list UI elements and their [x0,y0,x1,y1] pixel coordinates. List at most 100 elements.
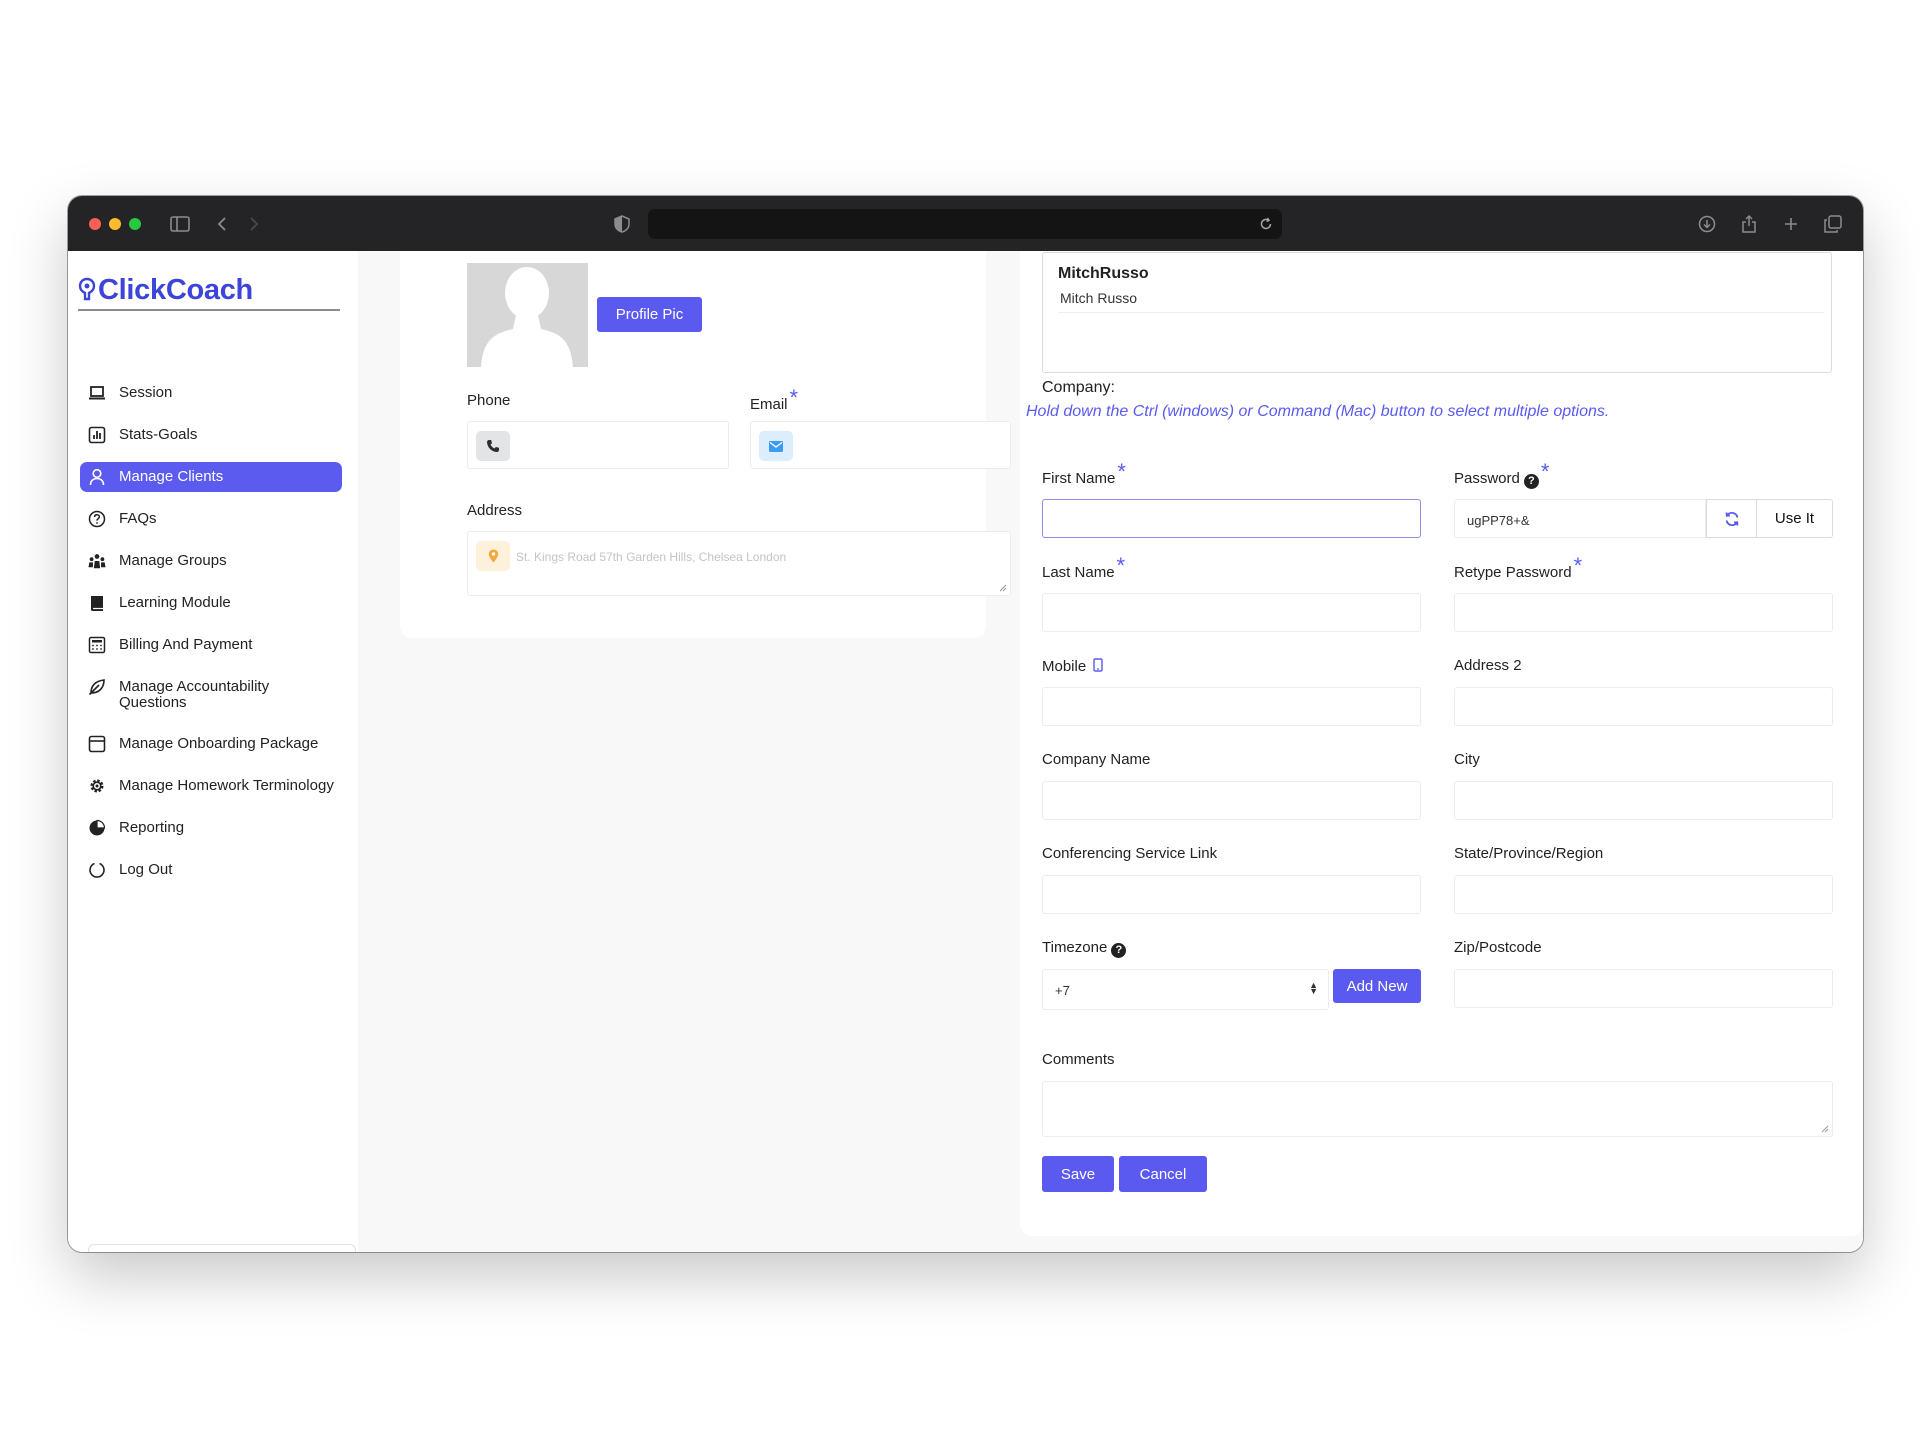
mobile-label: Mobile [1042,657,1104,675]
location-pin-icon [476,541,510,571]
avatar [467,263,588,367]
sidebar-item-log-out[interactable]: Log Out [80,855,342,885]
retype-password-label: Retype Password* [1454,553,1582,583]
sidebar-item-reporting[interactable]: Reporting [80,813,342,843]
last-name-label: Last Name* [1042,553,1125,583]
timezone-select[interactable]: +7 ▲ ▼ [1042,969,1329,1010]
logout-icon [88,861,106,879]
first-name-input[interactable] [1042,499,1421,538]
sidebar-item-label: Manage Homework Terminology [119,777,334,794]
mobile-input[interactable] [1042,687,1421,726]
leaf-icon [88,678,106,696]
sidebar-item-faqs[interactable]: FAQs [80,504,342,534]
sidebar-item-label: FAQs [119,510,157,527]
state-input[interactable] [1454,875,1833,914]
user-icon [88,468,106,486]
cancel-button[interactable]: Cancel [1119,1156,1207,1192]
question-circle-icon[interactable]: ? [1523,473,1539,489]
selected-coach-name: MitchRusso [1058,265,1149,282]
last-name-input[interactable] [1042,593,1421,632]
address-label: Address [467,502,523,519]
sidebar-item-manage-onboarding-package[interactable]: Manage Onboarding Package [80,729,342,759]
phone-field[interactable] [467,421,729,469]
first-name-label-text: First Name [1042,470,1116,487]
sidebar-item-manage-clients[interactable]: Manage Clients [80,462,342,492]
sidebar-nav: Session Stats-Goals Manage Clients FAQs … [80,378,342,897]
company-name-label: Company Name [1042,751,1151,768]
new-tab-plus-icon[interactable] [1779,212,1803,236]
laptop-icon [88,384,106,402]
city-input[interactable] [1454,781,1833,820]
sidebar-item-billing-and-payment[interactable]: Billing And Payment [80,630,342,660]
download-icon[interactable] [1695,212,1719,236]
use-it-button[interactable]: Use It [1756,499,1833,538]
timezone-label-text: Timezone [1042,939,1108,956]
zip-input[interactable] [1454,969,1833,1008]
forward-arrow-icon[interactable] [242,212,266,236]
package-icon [88,735,106,753]
resize-grip-icon[interactable] [999,584,1007,592]
city-label: City [1454,751,1480,768]
address2-input[interactable] [1454,687,1833,726]
retype-password-input[interactable] [1454,593,1833,632]
save-button[interactable]: Save [1042,1156,1114,1192]
required-mark: * [1540,459,1550,484]
sidebar-item-label: Manage Clients [119,468,224,485]
required-mark: * [789,385,799,410]
address2-label: Address 2 [1454,657,1522,674]
email-label: Email* [750,385,798,415]
sidebar-item-manage-groups[interactable]: Manage Groups [80,546,342,576]
clickcoach-logo[interactable]: ClickCoach [78,271,340,311]
sidebar-item-label: Reporting [119,819,185,836]
sidebar-item-manage-accountability-questions[interactable]: Manage Accountability Questions [80,672,342,717]
refresh-icon [1725,511,1738,526]
sidebar: ClickCoach Session Stats-Goals Manage Cl… [68,251,358,1252]
sidebar-toggle-icon[interactable] [168,212,192,236]
logo-mark-icon [78,277,96,301]
help-circle-icon [88,510,106,528]
main-content: Profile Pic Phone Email* Address St. Kin… [358,251,1863,1252]
add-new-timezone-button[interactable]: Add New [1333,969,1421,1003]
regenerate-password-button[interactable] [1706,499,1757,538]
bar-chart-icon [88,426,106,444]
address-textarea[interactable]: St. Kings Road 57th Garden Hills, Chelse… [467,531,1011,596]
resize-grip-icon[interactable] [1821,1125,1829,1133]
state-label: State/Province/Region [1454,845,1604,862]
envelope-icon [759,431,793,461]
profile-pic-button[interactable]: Profile Pic [597,297,702,332]
last-name-label-text: Last Name [1042,564,1115,581]
reload-icon[interactable] [1254,212,1278,236]
required-mark: * [1116,553,1126,578]
password-label-text: Password [1454,470,1520,487]
book-icon [88,594,106,612]
company-name-input[interactable] [1042,781,1421,820]
sidebar-item-session[interactable]: Session [80,378,342,408]
conferencing-link-label: Conferencing Service Link [1042,845,1218,862]
password-input[interactable]: ugPP78+& [1454,499,1706,538]
back-arrow-icon[interactable] [210,212,234,236]
zoom-window-button[interactable] [129,218,141,230]
password-label: Password? * [1454,459,1549,489]
sidebar-item-label: Session [119,384,173,401]
sidebar-item-manage-homework-terminology[interactable]: Manage Homework Terminology [80,771,342,801]
question-circle-icon[interactable]: ? [1111,942,1127,958]
phone-icon [476,431,510,461]
conferencing-link-input[interactable] [1042,875,1421,914]
multi-select-hint: Hold down the Ctrl (windows) or Command … [1026,403,1610,420]
coach-option[interactable]: Mitch Russo [1060,290,1137,306]
comments-textarea[interactable] [1042,1081,1833,1137]
sidebar-item-learning-module[interactable]: Learning Module [80,588,342,618]
share-icon[interactable] [1737,212,1761,236]
coach-multi-select[interactable]: MitchRusso Mitch Russo [1042,252,1832,373]
avatar-silhouette-icon [481,267,573,367]
sidebar-item-stats-goals[interactable]: Stats-Goals [80,420,342,450]
address-bar[interactable] [648,209,1282,239]
sidebar-item-label: Log Out [119,861,173,878]
privacy-shield-icon[interactable] [610,212,634,236]
tab-overview-icon[interactable] [1821,212,1845,236]
close-window-button[interactable] [89,218,101,230]
phone-label: Phone [467,392,511,409]
minimize-window-button[interactable] [109,218,121,230]
email-field[interactable] [750,421,1011,469]
users-icon [88,552,106,570]
